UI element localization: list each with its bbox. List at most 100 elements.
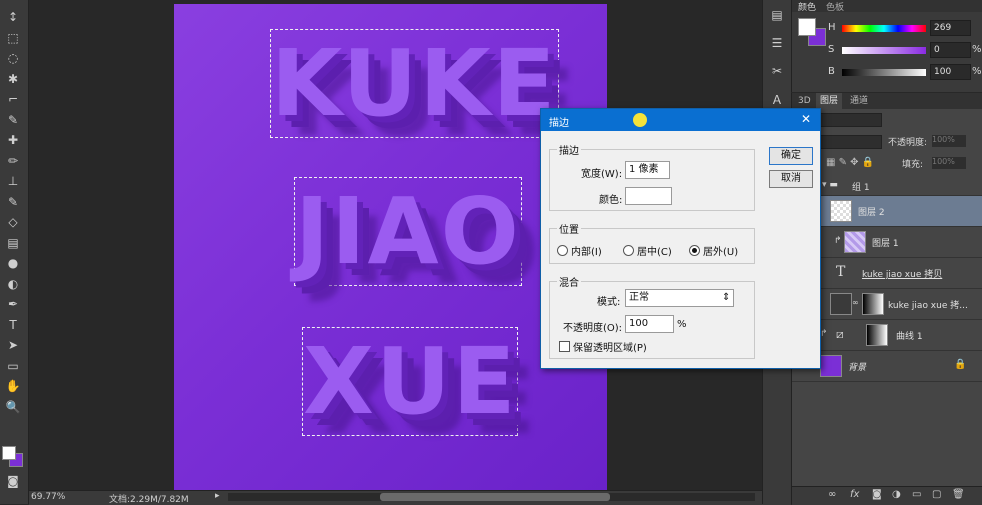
toolbar-foreground-swatch[interactable] xyxy=(2,446,16,460)
saturation-slider[interactable] xyxy=(842,47,926,54)
mode-select-value: 正常 xyxy=(629,292,649,303)
layers-bottom-bar: ∞ fx ◙ ◑ ▭ ▢ 🗑 xyxy=(792,486,982,505)
opacity-label: 不透明度(O): xyxy=(563,323,623,334)
hue-slider[interactable] xyxy=(842,25,926,32)
radio-outside[interactable] xyxy=(689,245,700,256)
eyedropper-tool-icon[interactable]: ✎ xyxy=(3,111,23,129)
tab-layers[interactable]: 图层 xyxy=(816,93,843,109)
width-input[interactable]: 1 像素 xyxy=(625,161,670,179)
dialog-title-bar[interactable]: 描边 ✕ xyxy=(541,109,820,131)
opacity-unit: % xyxy=(677,319,687,330)
tab-channels[interactable]: 通道 xyxy=(846,93,872,109)
cancel-button[interactable]: 取消 xyxy=(769,170,813,188)
layer-name: 图层 2 xyxy=(858,208,885,218)
stroke-color-swatch[interactable] xyxy=(625,187,672,205)
path-select-icon[interactable]: ➤ xyxy=(3,336,23,354)
stroke-dialog: 描边 ✕ 描边 宽度(W): 1 像素 颜色: 位置 内部(I) 居中(C) 居… xyxy=(540,108,821,369)
crop-tool-icon[interactable]: ⌐ xyxy=(3,90,23,108)
link-icon: ∞ xyxy=(852,298,859,307)
layer-thumbnail xyxy=(830,200,852,222)
radio-outside-label: 居外(U) xyxy=(703,247,739,258)
dialog-title: 描边 xyxy=(549,118,569,129)
quick-mask-icon[interactable]: ◙ xyxy=(3,472,23,490)
clip-arrow-icon: ↱ xyxy=(834,236,842,246)
gradient-tool-icon[interactable]: ▤ xyxy=(3,234,23,252)
saturation-unit: % xyxy=(972,44,982,55)
lasso-tool-icon[interactable]: ◌ xyxy=(3,49,23,67)
healing-brush-icon[interactable]: ✚ xyxy=(3,131,23,149)
status-menu-arrow[interactable]: ▸ xyxy=(215,491,220,501)
layer-thumbnail xyxy=(844,231,866,253)
history-panel-icon[interactable]: ▤ xyxy=(767,6,787,24)
pen-tool-icon[interactable]: ✒ xyxy=(3,295,23,313)
radio-center-label: 居中(C) xyxy=(637,247,672,258)
width-label: 宽度(W): xyxy=(581,169,623,180)
color-panel-tabs: 颜色 色板 xyxy=(792,0,982,13)
color-panel: 颜色 色板 H 269 S 0 % B 100 % xyxy=(791,0,982,92)
lock-icons[interactable]: ▦ ✎ ✥ 🔒 xyxy=(826,157,874,168)
close-icon[interactable]: ✕ xyxy=(801,112,811,126)
add-mask-icon[interactable]: ◙ xyxy=(872,489,882,500)
layers-panel-tabs: 3D 图层 通道 xyxy=(792,93,982,109)
zoom-level[interactable]: 69.77% xyxy=(31,492,65,502)
text-tool-icon[interactable]: T xyxy=(3,316,23,334)
eraser-tool-icon[interactable]: ◇ xyxy=(3,213,23,231)
properties-panel-icon[interactable]: ☰ xyxy=(767,34,787,52)
adjustment-icon[interactable]: ◑ xyxy=(892,489,901,500)
blur-tool-icon[interactable]: ● xyxy=(3,254,23,272)
radio-inside[interactable] xyxy=(557,245,568,256)
history-brush-icon[interactable]: ✎ xyxy=(3,193,23,211)
hue-value-input[interactable]: 269 xyxy=(930,20,971,36)
layer-thumbnail xyxy=(820,355,842,377)
preserve-transparency-label: 保留透明区域(P) xyxy=(573,343,647,354)
hue-label: H xyxy=(828,22,836,33)
ok-button[interactable]: 确定 xyxy=(769,147,813,165)
shape-tool-icon[interactable]: ▭ xyxy=(3,357,23,375)
tab-3d[interactable]: 3D xyxy=(794,93,815,109)
tab-swatches[interactable]: 色板 xyxy=(826,0,844,13)
brightness-slider[interactable] xyxy=(842,69,926,76)
color-label: 颜色: xyxy=(599,195,623,206)
fill-input[interactable]: 100% xyxy=(932,157,966,169)
brush-tool-icon[interactable]: ✏ xyxy=(3,152,23,170)
blend-group-label: 混合 xyxy=(557,274,581,289)
foreground-color-swatch[interactable] xyxy=(798,18,816,36)
position-group-label: 位置 xyxy=(557,221,581,236)
cursor-highlight xyxy=(633,113,647,127)
dodge-tool-icon[interactable]: ◐ xyxy=(3,275,23,293)
layer-opacity-input[interactable]: 100% xyxy=(932,135,966,147)
opacity-input[interactable]: 100 xyxy=(625,315,674,333)
fx-icon[interactable]: fx xyxy=(850,489,859,500)
brightness-unit: % xyxy=(972,66,982,77)
radio-center[interactable] xyxy=(623,245,634,256)
mode-select[interactable]: 正常 ⇕ xyxy=(625,289,734,307)
brightness-slider-row: B 100 % xyxy=(792,64,982,82)
blend-mode-select[interactable] xyxy=(820,135,882,149)
zoom-tool-icon[interactable]: 🔍 xyxy=(3,398,23,416)
layer-filter-select[interactable] xyxy=(820,113,882,127)
move-tool-icon[interactable]: ↕ xyxy=(3,8,23,26)
brush-panel-icon[interactable]: ✂ xyxy=(767,62,787,80)
saturation-value-input[interactable]: 0 xyxy=(930,42,971,58)
horizontal-scrollbar-thumb[interactable] xyxy=(380,493,610,501)
new-group-icon[interactable]: ▭ xyxy=(912,489,921,500)
quick-select-tool-icon[interactable]: ✱ xyxy=(3,70,23,88)
curves-adjustment-icon: ⧄ xyxy=(836,327,844,341)
layer-name: kuke jiao xue 拷贝 xyxy=(862,270,943,280)
marquee-tool-icon[interactable]: ⬚ xyxy=(3,29,23,47)
clone-stamp-icon[interactable]: ⊥ xyxy=(3,172,23,190)
link-layers-icon[interactable]: ∞ xyxy=(828,489,836,500)
layer-name: kuke jiao xue 拷... xyxy=(888,301,968,311)
brightness-value-input[interactable]: 100 xyxy=(930,64,971,80)
tab-color[interactable]: 颜色 xyxy=(798,0,816,13)
tools-panel: ↕ ⬚ ◌ ✱ ⌐ ✎ ✚ ✏ ⊥ ✎ ◇ ▤ ● ◐ ✒ T ➤ ▭ ✋ 🔍 ◙ xyxy=(0,0,29,504)
preserve-transparency-checkbox[interactable] xyxy=(559,341,570,352)
radio-inside-label: 内部(I) xyxy=(571,247,602,258)
brightness-label: B xyxy=(828,66,835,77)
canvas-text-line-2: JIAO xyxy=(294,177,522,286)
trash-icon[interactable]: 🗑 xyxy=(952,489,965,500)
character-panel-icon[interactable]: Ａ xyxy=(767,90,787,108)
new-layer-icon[interactable]: ▢ xyxy=(932,489,941,500)
fill-label: 填充: xyxy=(902,160,924,170)
hand-tool-icon[interactable]: ✋ xyxy=(3,377,23,395)
